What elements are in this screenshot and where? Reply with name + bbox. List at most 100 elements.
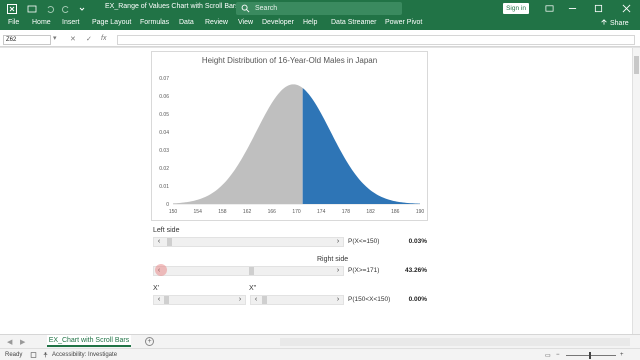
add-sheet-icon[interactable]: +	[145, 337, 154, 346]
accessibility-status[interactable]: Accessibility: Investigate	[52, 352, 117, 358]
scroll-left-arrow-icon[interactable]: ‹	[154, 296, 164, 304]
cancel-entry-icon[interactable]: ✕	[70, 35, 76, 43]
scroll-right-arrow-icon[interactable]: ›	[333, 238, 343, 246]
x-tick-label: 170	[292, 209, 301, 215]
x-prime-scrollbar[interactable]: ‹ ›	[153, 295, 246, 305]
sheet-tabs-bar: ◀ ▶ EX_Chart with Scroll Bars +	[0, 334, 640, 348]
scroll-left-arrow-icon[interactable]: ‹	[251, 296, 261, 304]
tab-insert[interactable]: Insert	[62, 19, 80, 26]
height-distribution-chart[interactable]: Height Distribution of 16-Year-Old Males…	[151, 51, 428, 221]
right-side-scroll-thumb[interactable]	[249, 267, 255, 275]
y-tick-label: 0.06	[159, 94, 169, 100]
share-button[interactable]: Share	[597, 18, 632, 29]
vertical-scrollbar[interactable]	[632, 48, 640, 335]
tab-view[interactable]: View	[238, 19, 253, 26]
undo-icon[interactable]	[44, 3, 56, 15]
distribution-area-right	[302, 88, 420, 204]
x-tick-label: 154	[194, 209, 203, 215]
x-prime-scroll-thumb[interactable]	[164, 296, 169, 304]
tab-formulas[interactable]: Formulas	[140, 19, 169, 26]
scroll-left-arrow-icon[interactable]: ‹	[154, 238, 164, 246]
zoom-slider-knob[interactable]	[589, 352, 591, 359]
scroll-right-arrow-icon[interactable]: ›	[333, 267, 343, 275]
right-side-label: Right side	[317, 256, 349, 263]
tab-help[interactable]: Help	[303, 19, 317, 26]
scroll-right-arrow-icon[interactable]: ›	[333, 296, 343, 304]
zoom-in-icon[interactable]: +	[620, 352, 624, 358]
prob-label-between: P(150<X<150)	[348, 296, 391, 303]
search-box[interactable]: Search	[236, 2, 402, 15]
title-bar: EX_Range of Values Chart with Scroll Bar…	[0, 0, 640, 17]
prob-label-right: P(X>=171)	[348, 267, 380, 274]
redo-icon[interactable]	[60, 3, 72, 15]
x-tick-label: 190	[416, 209, 425, 215]
x-tick-label: 158	[218, 209, 227, 215]
tab-page-layout[interactable]: Page Layout	[92, 19, 131, 26]
horizontal-scrollbar[interactable]	[280, 338, 630, 346]
zoom-out-icon[interactable]: −	[556, 352, 560, 358]
sign-in-button[interactable]: Sign in	[503, 3, 529, 14]
y-tick-label: 0.05	[159, 112, 169, 118]
normal-view-icon[interactable]: ▭	[545, 352, 551, 359]
y-tick-label: 0.03	[159, 148, 169, 154]
prob-label-left: P(X<=150)	[348, 238, 380, 245]
accessibility-icon[interactable]	[42, 352, 49, 360]
x-tick-label: 166	[268, 209, 277, 215]
mouse-cursor-highlight	[155, 264, 167, 276]
scroll-right-arrow-icon[interactable]: ›	[235, 296, 245, 304]
left-side-scroll-thumb[interactable]	[167, 238, 173, 246]
tab-review[interactable]: Review	[205, 19, 228, 26]
x-tick-label: 150	[169, 209, 178, 215]
status-ready: Ready	[5, 352, 23, 358]
share-icon	[600, 18, 608, 29]
insert-function-icon[interactable]: fx	[101, 35, 106, 42]
x-double-prime-scrollbar[interactable]: ‹ ›	[250, 295, 344, 305]
x-tick-label: 178	[342, 209, 351, 215]
tab-power-pivot[interactable]: Power Pivot	[385, 19, 422, 26]
prob-value-right: 43.26%	[404, 267, 427, 274]
right-side-scrollbar[interactable]: ‹ ›	[153, 266, 344, 276]
formula-bar: Z62 ▾ ✕ ✓ fx	[0, 33, 640, 47]
name-box-dropdown-icon[interactable]: ▾	[53, 34, 57, 42]
left-side-label: Left side	[153, 227, 180, 234]
next-sheet-icon[interactable]: ▶	[20, 338, 25, 346]
ribbon-display-icon[interactable]	[540, 0, 558, 17]
prob-value-left: 0.03%	[408, 238, 427, 245]
y-tick-label: 0	[166, 202, 169, 208]
x-tick-label: 182	[366, 209, 375, 215]
share-label: Share	[610, 20, 629, 27]
name-box[interactable]: Z62	[3, 35, 51, 45]
zoom-slider[interactable]	[566, 355, 616, 356]
confirm-entry-icon[interactable]: ✓	[86, 35, 92, 43]
maximize-icon[interactable]	[589, 0, 607, 17]
prev-sheet-icon[interactable]: ◀	[7, 338, 12, 346]
close-icon[interactable]	[617, 0, 635, 17]
ribbon-tabs: File Home Insert Page Layout Formulas Da…	[0, 17, 640, 30]
tab-home[interactable]: Home	[32, 19, 51, 26]
x-tick-label: 174	[317, 209, 326, 215]
distribution-area-left	[173, 84, 303, 204]
y-tick-label: 0.02	[159, 166, 169, 172]
minimize-icon[interactable]	[563, 0, 581, 17]
y-tick-label: 0.07	[159, 76, 169, 82]
tab-data[interactable]: Data	[179, 19, 194, 26]
formula-input[interactable]	[117, 35, 635, 45]
x-double-prime-label: X"	[249, 285, 257, 292]
status-bar: Ready Accessibility: Investigate ▭ − +	[0, 348, 640, 360]
tab-file[interactable]: File	[8, 19, 19, 26]
tab-data-streamer[interactable]: Data Streamer	[331, 19, 377, 26]
quick-access-more-icon[interactable]	[76, 3, 88, 15]
macro-record-icon[interactable]	[30, 352, 37, 360]
y-tick-label: 0.01	[159, 184, 169, 190]
left-side-scrollbar[interactable]: ‹ ›	[153, 237, 344, 247]
excel-logo-icon	[6, 3, 18, 15]
y-tick-label: 0.04	[159, 130, 169, 136]
tab-developer[interactable]: Developer	[262, 19, 294, 26]
x-tick-label: 162	[243, 209, 252, 215]
vertical-scroll-thumb[interactable]	[634, 56, 639, 74]
sheet-tab-active[interactable]: EX_Chart with Scroll Bars	[47, 335, 131, 347]
x-double-prime-scroll-thumb[interactable]	[262, 296, 268, 304]
chart-plot: 0 0.01 0.02 0.03 0.04 0.05 0.06 0.07 150 154 158 16…	[159, 76, 425, 215]
search-icon	[239, 3, 251, 15]
autosave-toggle-icon[interactable]	[26, 3, 38, 15]
